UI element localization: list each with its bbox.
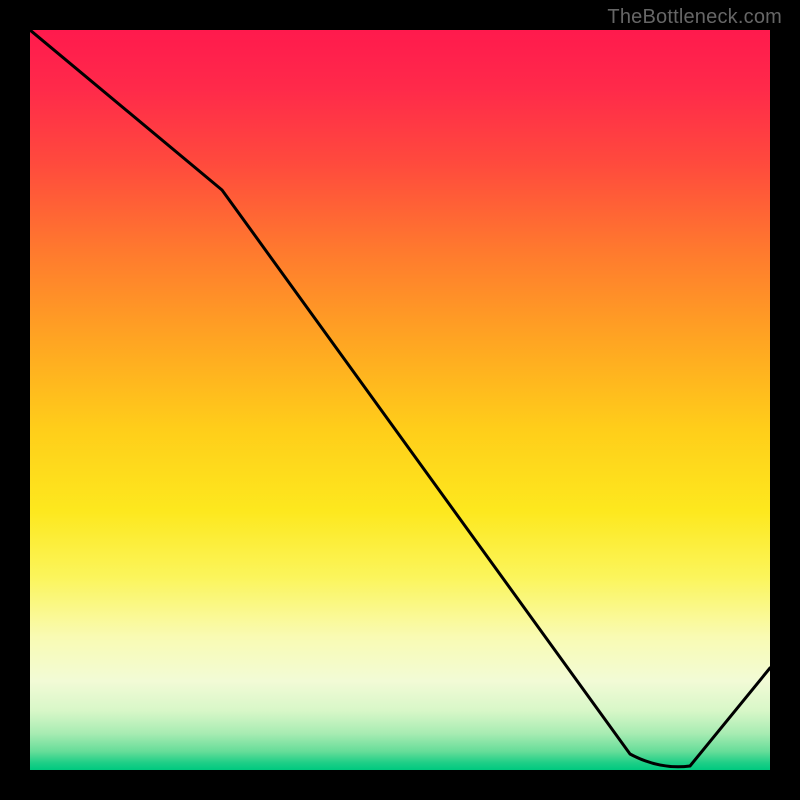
watermark-text: TheBottleneck.com bbox=[607, 6, 782, 29]
chart-plot-area bbox=[30, 30, 770, 770]
chart-line-svg bbox=[30, 30, 770, 770]
chart-line-path bbox=[30, 30, 770, 767]
